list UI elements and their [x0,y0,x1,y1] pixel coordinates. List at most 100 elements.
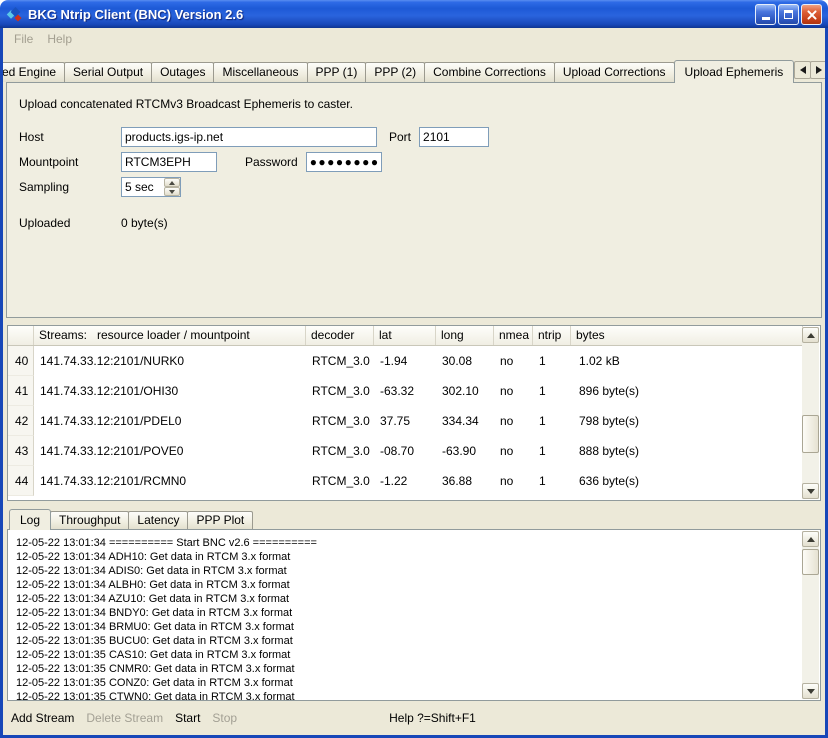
header-corner [8,326,34,345]
tab-latency[interactable]: Latency [128,511,188,529]
cell-lat: -1.22 [374,466,436,496]
sampling-decrement-button[interactable] [164,187,180,196]
tab-serial-output[interactable]: Serial Output [64,62,152,82]
close-button[interactable] [801,4,822,25]
header-bytes[interactable]: bytes [571,326,803,345]
log-scroll-up-button[interactable] [802,531,819,547]
cell-bytes: 798 byte(s) [571,406,803,436]
tab-label: Upload Corrections [563,65,666,79]
cell-ntrip: 1 [533,346,571,376]
cell-mountpoint: 141.74.33.12:2101/NURK0 [34,346,306,376]
tab-throughput[interactable]: Throughput [50,511,129,529]
tab-upload-ephemeris[interactable]: Upload Ephemeris [674,60,795,83]
tab-label: Latency [137,513,179,527]
tab-log[interactable]: Log [9,509,51,530]
row-number: 44 [8,466,34,496]
password-input[interactable] [306,152,382,172]
tab-label: Serial Output [73,65,143,79]
tab-combine-corrections[interactable]: Combine Corrections [424,62,555,82]
window-title: BKG Ntrip Client (BNC) Version 2.6 [28,7,755,22]
tab-label: Miscellaneous [222,65,298,79]
port-input[interactable] [419,127,489,147]
minimize-button[interactable] [755,4,776,25]
host-row: Host Port [19,127,821,147]
table-row[interactable]: 43141.74.33.12:2101/POVE0RTCM_3.0-08.70-… [8,436,803,466]
header-decoder[interactable]: decoder [306,326,374,345]
cell-nmea: no [494,436,533,466]
cell-decoder: RTCM_3.0 [306,376,374,406]
cell-nmea: no [494,466,533,496]
log-output: 12-05-22 13:01:34 ========== Start BNC v… [8,530,803,700]
cell-decoder: RTCM_3.0 [306,466,374,496]
close-icon [806,9,817,20]
header-ntrip[interactable]: ntrip [533,326,571,345]
log-scrollbar-thumb[interactable] [802,549,819,575]
delete-stream-button[interactable]: Delete Stream [86,711,163,725]
cell-lat: -08.70 [374,436,436,466]
table-row[interactable]: 42141.74.33.12:2101/PDEL0RTCM_3.037.7533… [8,406,803,436]
streams-scrollbar[interactable] [802,327,819,499]
log-line: 12-05-22 13:01:34 ADH10: Get data in RTC… [16,550,803,564]
cell-ntrip: 1 [533,466,571,496]
start-button[interactable]: Start [175,711,200,725]
log-scroll-down-button[interactable] [802,683,819,699]
mountpoint-row: Mountpoint Password [19,152,821,172]
cell-ntrip: 1 [533,436,571,466]
table-row[interactable]: 44141.74.33.12:2101/RCMN0RTCM_3.0-1.2236… [8,466,803,496]
log-scrollbar[interactable] [802,531,819,699]
streams-scrollbar-thumb[interactable] [802,415,819,453]
cell-ntrip: 1 [533,376,571,406]
add-stream-button[interactable]: Add Stream [11,711,74,725]
titlebar[interactable]: BKG Ntrip Client (BNC) Version 2.6 [0,0,828,28]
cell-long: 30.08 [436,346,494,376]
menu-file[interactable]: File [7,30,40,48]
upload-ephemeris-panel: Upload concatenated RTCMv3 Broadcast Eph… [6,82,822,318]
tab-label: Throughput [59,513,120,527]
tab-ppp-2[interactable]: PPP (2) [365,62,425,82]
table-row[interactable]: 41141.74.33.12:2101/OHI30RTCM_3.0-63.323… [8,376,803,406]
cell-nmea: no [494,346,533,376]
header-lat[interactable]: lat [374,326,436,345]
tab-miscellaneous[interactable]: Miscellaneous [213,62,307,82]
cell-lat: -1.94 [374,346,436,376]
tab-ppp-1[interactable]: PPP (1) [307,62,367,82]
header-mountpoint[interactable]: Streams: resource loader / mountpoint [34,326,306,345]
tab-label: Log [20,513,40,527]
host-input[interactable] [121,127,377,147]
log-line: 12-05-22 13:01:34 ALBH0: Get data in RTC… [16,578,803,592]
tab-ppp-plot[interactable]: PPP Plot [187,511,253,529]
sampling-increment-button[interactable] [164,178,180,187]
cell-decoder: RTCM_3.0 [306,346,374,376]
main-tab-bar: ed Engine Serial Output Outages Miscellaneo… [3,58,825,82]
maximize-icon [784,10,793,19]
tab-feed-engine[interactable]: ed Engine [0,62,65,82]
menu-help[interactable]: Help [40,30,79,48]
streams-scroll-up-button[interactable] [802,327,819,343]
stop-button[interactable]: Stop [212,711,237,725]
status-bar: Add Stream Delete Stream Start Stop Help… [3,701,825,735]
tab-scroll-left-button[interactable] [794,61,811,79]
log-line: 12-05-22 13:01:34 ADIS0: Get data in RTC… [16,564,803,578]
port-label: Port [389,130,411,144]
cell-bytes: 888 byte(s) [571,436,803,466]
tab-scroll-right-button[interactable] [810,61,827,79]
header-nmea[interactable]: nmea [494,326,533,345]
row-number: 41 [8,376,34,406]
maximize-button[interactable] [778,4,799,25]
log-line: 12-05-22 13:01:34 ========== Start BNC v… [16,536,803,550]
log-line: 12-05-22 13:01:34 AZU10: Get data in RTC… [16,592,803,606]
app-window: BKG Ntrip Client (BNC) Version 2.6 File … [0,0,828,738]
uploaded-row: Uploaded 0 byte(s) [19,213,821,233]
header-long[interactable]: long [436,326,494,345]
tab-outages[interactable]: Outages [151,62,214,82]
cell-nmea: no [494,376,533,406]
sampling-input[interactable] [122,178,164,196]
mountpoint-input[interactable] [121,152,217,172]
tab-label: Upload Ephemeris [685,65,784,79]
log-line: 12-05-22 13:01:34 BRMU0: Get data in RTC… [16,620,803,634]
spin-up-icon [169,181,175,185]
table-row[interactable]: 40141.74.33.12:2101/NURK0RTCM_3.0-1.9430… [8,346,803,376]
tab-upload-corrections[interactable]: Upload Corrections [554,62,675,82]
cell-long: 302.10 [436,376,494,406]
streams-scroll-down-button[interactable] [802,483,819,499]
